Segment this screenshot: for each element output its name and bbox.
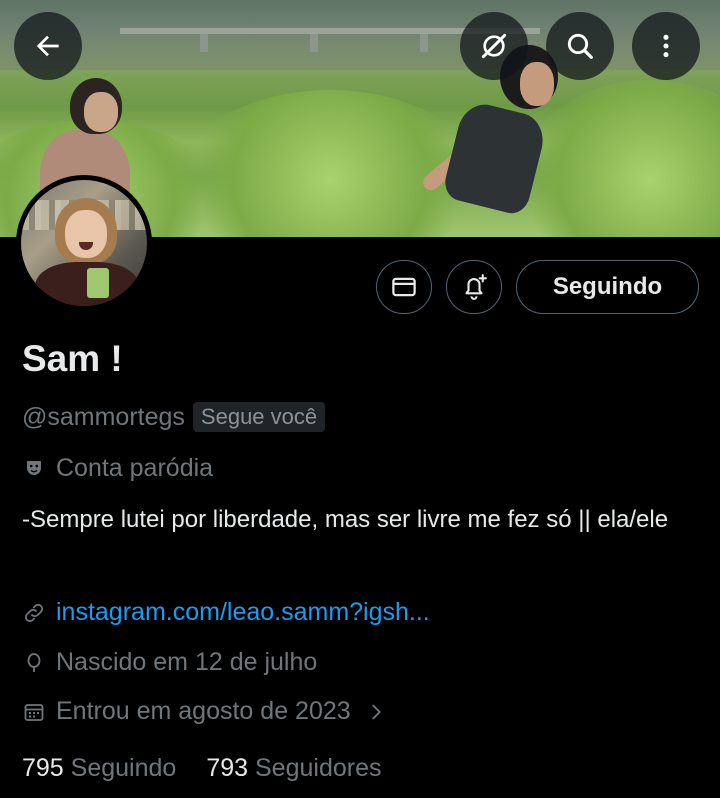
following-stat[interactable]: 795 Seguindo — [22, 754, 176, 783]
banner-foliage — [180, 90, 480, 237]
chevron-right-icon — [371, 704, 381, 719]
message-button[interactable] — [376, 260, 432, 314]
parody-label: Conta paródia — [56, 454, 214, 482]
birthday-row: Nascido em 12 de julho — [22, 648, 317, 677]
followers-stat-label: Seguidores — [255, 754, 382, 782]
banner-figure — [84, 92, 118, 132]
calendar-icon — [24, 703, 44, 721]
balloon-icon — [27, 652, 41, 672]
following-stat-label: Seguindo — [70, 754, 177, 782]
grok-slash-icon — [481, 33, 507, 59]
birthday-text: Nascido em 12 de julho — [56, 648, 318, 676]
follows-you-badge: Segue você — [192, 402, 326, 432]
joined-text: Entrou em agosto de 2023 — [56, 697, 351, 725]
profile-stats: 795 Seguindo 793 Seguidores — [22, 754, 381, 783]
profile-link-row[interactable]: instagram.com/leao.samm?igsh... — [22, 598, 430, 627]
followers-count: 793 — [206, 754, 249, 782]
profile-handle: @sammortegs — [22, 402, 185, 431]
parody-label-row[interactable]: Conta paródia — [22, 454, 213, 483]
back-button[interactable] — [14, 12, 82, 80]
search-icon — [567, 33, 593, 59]
envelope-icon — [392, 277, 416, 297]
banner-foliage — [520, 80, 720, 237]
followers-stat[interactable]: 793 Seguidores — [206, 754, 381, 783]
joined-row[interactable]: Entrou em agosto de 2023 — [22, 697, 387, 726]
handle-row: @sammortegs Segue você — [22, 402, 326, 432]
notifications-button[interactable] — [446, 260, 502, 314]
banner-pillar — [310, 34, 318, 52]
search-button[interactable] — [546, 12, 614, 80]
theater-mask-icon — [27, 460, 41, 475]
arrow-left-icon — [36, 35, 59, 57]
more-button[interactable] — [632, 12, 700, 80]
following-button[interactable]: Seguindo — [516, 260, 699, 314]
profile-name: Sam ! — [22, 338, 123, 379]
more-vertical-icon — [663, 34, 669, 58]
link-icon — [24, 603, 44, 622]
avatar-image — [21, 180, 147, 306]
banner-pillar — [200, 34, 208, 52]
banner-figure — [520, 62, 554, 106]
avatar-face — [65, 210, 107, 258]
avatar[interactable] — [16, 175, 152, 311]
following-count: 795 — [22, 754, 64, 782]
avatar-cup — [87, 268, 109, 298]
grok-button[interactable] — [460, 12, 528, 80]
profile-bio: -Sempre lutei por liberdade, mas ser liv… — [22, 506, 669, 533]
bell-plus-icon — [465, 274, 487, 300]
profile-link[interactable]: instagram.com/leao.samm?igsh... — [56, 598, 430, 627]
banner-pillar — [420, 34, 428, 52]
